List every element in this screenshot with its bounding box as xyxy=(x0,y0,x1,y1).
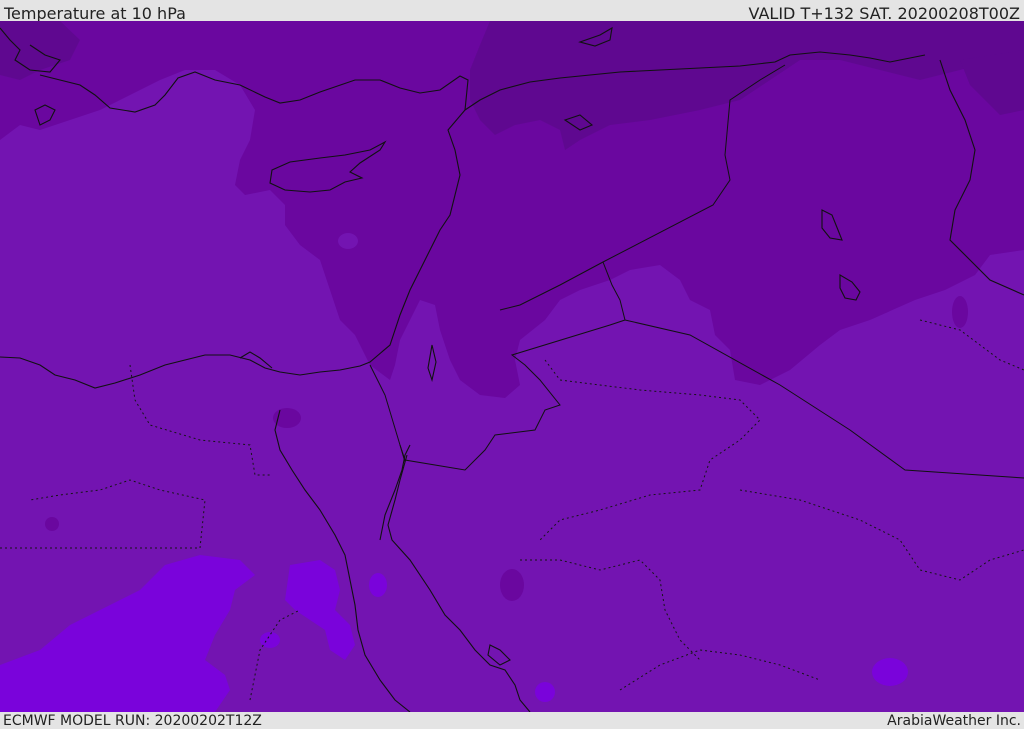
cold-pocket-libya xyxy=(45,517,59,531)
footer-bar: ECMWF MODEL RUN: 20200202T12Z ArabiaWeat… xyxy=(0,712,1024,729)
model-run-label: ECMWF MODEL RUN: 20200202T12Z xyxy=(3,713,262,729)
warm-patch-yemen xyxy=(535,682,555,702)
credit-label: ArabiaWeather Inc. xyxy=(887,713,1021,729)
header-bar: Temperature at 10 hPa VALID T+132 SAT. 2… xyxy=(0,0,1024,23)
warm-patch-arabia xyxy=(872,658,908,686)
cold-pocket-hejaz xyxy=(500,569,524,601)
warm-patch-sea xyxy=(338,233,358,249)
cold-pocket-kuwait xyxy=(952,296,968,328)
warm-patch-red-sea xyxy=(369,573,387,597)
cold-pocket-nile xyxy=(273,408,301,428)
weather-map xyxy=(0,21,1024,712)
